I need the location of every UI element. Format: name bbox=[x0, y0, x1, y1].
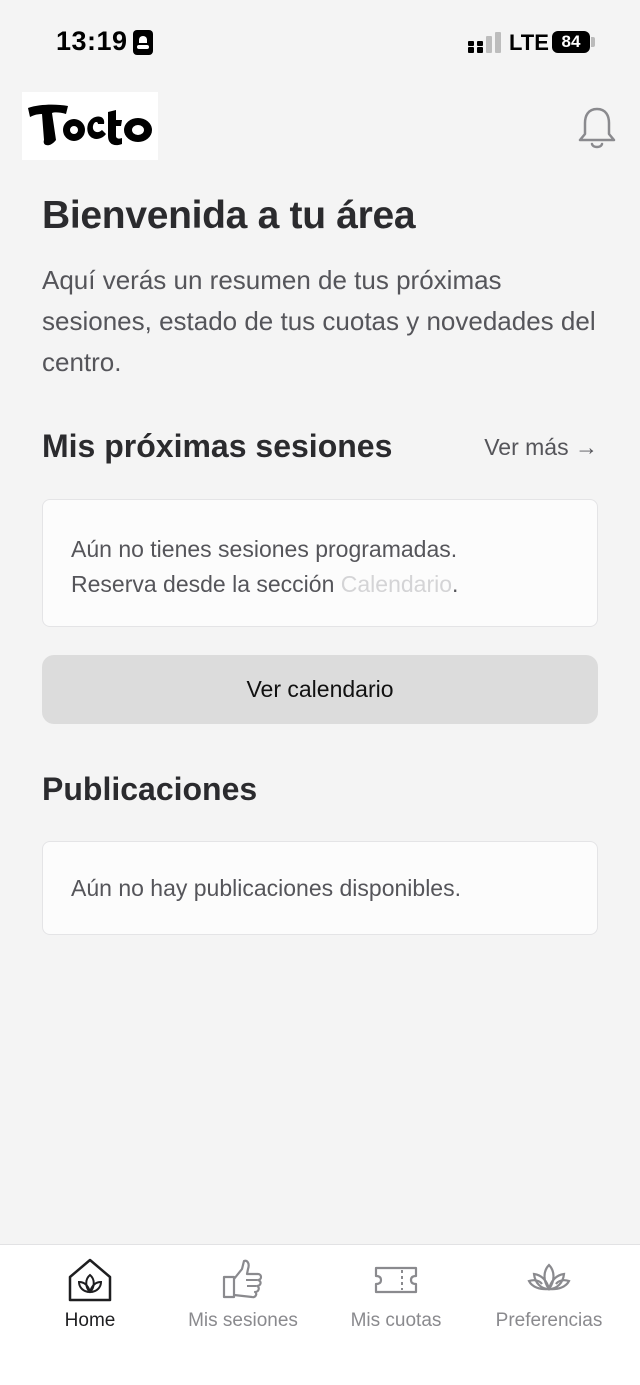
status-bar: 13:19 LTE 84 bbox=[0, 0, 640, 86]
tab-label: Mis cuotas bbox=[350, 1310, 442, 1331]
tab-label: Mis sesiones bbox=[188, 1310, 298, 1331]
page-title: Bienvenida a tu área bbox=[42, 194, 416, 237]
calendar-link[interactable]: Calendario bbox=[341, 571, 452, 597]
logo-artwork bbox=[28, 104, 152, 146]
tab-home[interactable]: Home bbox=[10, 1245, 170, 1345]
sessions-empty-hint: Reserva desde la sección Calendario. bbox=[71, 567, 569, 602]
status-time: 13:19 bbox=[56, 26, 128, 56]
hint-suffix: . bbox=[452, 571, 459, 597]
tab-mis-cuotas[interactable]: Mis cuotas bbox=[316, 1245, 476, 1345]
bell-icon bbox=[578, 105, 616, 149]
id-card-icon bbox=[133, 30, 153, 55]
tab-preferencias[interactable]: Preferencias bbox=[469, 1245, 629, 1345]
posts-section-title: Publicaciones bbox=[42, 771, 258, 807]
page-intro: Aquí verás un resumen de tus próximas se… bbox=[42, 265, 596, 377]
tab-bar: Home Mis sesiones Mis cuotas Preferencia… bbox=[0, 1244, 640, 1385]
tab-mis-sesiones[interactable]: Mis sesiones bbox=[163, 1245, 323, 1345]
battery-icon: 84 bbox=[552, 31, 590, 53]
sessions-section-title: Mis próximas sesiones bbox=[42, 428, 393, 464]
tacto-logo bbox=[22, 92, 158, 160]
sessions-empty-card: Aún no tienes sesiones programadas. Rese… bbox=[42, 499, 598, 627]
network-type: LTE bbox=[509, 30, 549, 55]
posts-empty-card: Aún no hay publicaciones disponibles. bbox=[42, 841, 598, 935]
notifications-button[interactable] bbox=[575, 103, 619, 151]
view-calendar-button[interactable]: Ver calendario bbox=[42, 655, 598, 724]
posts-empty-text: Aún no hay publicaciones disponibles. bbox=[71, 875, 461, 901]
hint-prefix: Reserva desde la sección bbox=[71, 571, 341, 597]
sessions-empty-text: Aún no tienes sesiones programadas. bbox=[71, 536, 458, 562]
battery-tip bbox=[591, 37, 595, 47]
lotus-icon bbox=[527, 1263, 571, 1291]
tab-label: Preferencias bbox=[495, 1310, 603, 1331]
see-more-link[interactable]: Ver más → bbox=[484, 434, 598, 461]
home-leaf-icon bbox=[68, 1258, 112, 1302]
ticket-icon bbox=[374, 1266, 418, 1294]
tab-label: Home bbox=[64, 1310, 116, 1331]
hand-icon bbox=[222, 1259, 263, 1299]
signal-icon bbox=[468, 32, 501, 53]
